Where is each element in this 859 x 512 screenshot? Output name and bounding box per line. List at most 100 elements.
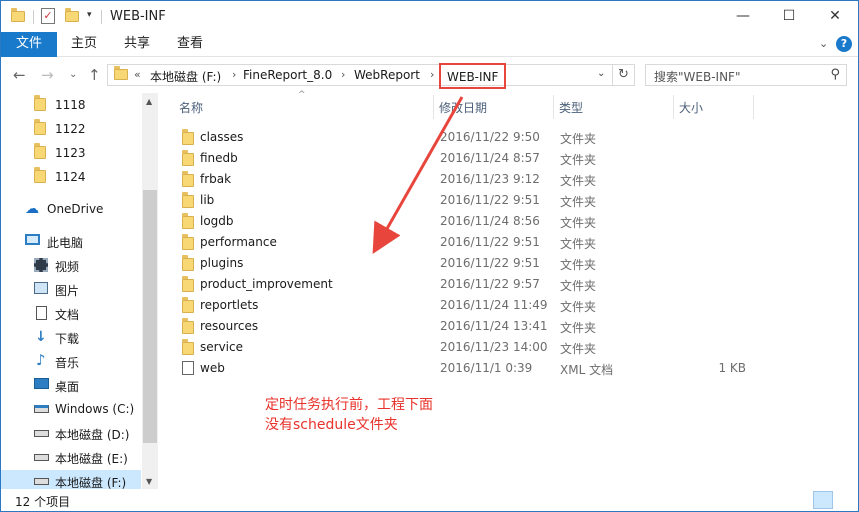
chevron-right-icon[interactable]: ›: [341, 68, 345, 81]
tab-file[interactable]: 文件: [1, 32, 57, 57]
address-bar[interactable]: « 本地磁盘 (F:) › FineReport_8.0 › WebReport…: [107, 63, 613, 89]
breadcrumb-webreport[interactable]: WebReport: [354, 68, 420, 82]
file-name: logdb: [200, 214, 234, 228]
nav-item-1124[interactable]: 1124: [1, 166, 141, 188]
minimize-button[interactable]: —: [720, 1, 766, 32]
folder-icon: [182, 297, 194, 316]
refresh-button[interactable]: ↻: [613, 64, 635, 86]
scroll-down-icon[interactable]: ▼: [146, 477, 152, 486]
close-button[interactable]: ✕: [812, 1, 858, 32]
file-row-service[interactable]: service 2016/11/23 14:00 文件夹: [170, 337, 760, 358]
nav-item-documents[interactable]: 文档: [1, 302, 141, 324]
tab-view[interactable]: 查看: [177, 32, 203, 57]
new-folder-icon[interactable]: [65, 8, 79, 26]
help-icon[interactable]: ?: [836, 36, 852, 52]
nav-item-onedrive[interactable]: ☁ OneDrive: [1, 198, 141, 220]
column-divider[interactable]: [673, 95, 674, 119]
drive-icon: [34, 426, 49, 440]
nav-item-label: 视频: [55, 260, 80, 274]
file-list-pane: ^ 名称 修改日期 类型 大小 classes 2016/11/22 9:50 …: [158, 90, 858, 489]
scrollbar-thumb[interactable]: [143, 190, 157, 443]
column-divider[interactable]: [553, 95, 554, 119]
nav-item-videos[interactable]: 视频: [1, 254, 141, 276]
nav-item-this-pc[interactable]: 此电脑: [1, 230, 141, 252]
item-count: 12 个项目: [15, 495, 71, 509]
divider: [33, 10, 34, 24]
file-date: 2016/11/22 9:57: [440, 277, 540, 291]
nav-item-label: 1122: [55, 122, 86, 136]
nav-item-drive-f[interactable]: 本地磁盘 (F:): [1, 470, 141, 489]
download-icon: ↓: [35, 329, 47, 345]
breadcrumb-drive[interactable]: 本地磁盘 (F:): [150, 68, 221, 85]
file-name: frbak: [200, 172, 232, 186]
forward-button[interactable]: →: [41, 66, 54, 84]
nav-item-label: 本地磁盘 (F:): [55, 476, 127, 489]
address-dropdown-icon[interactable]: ⌄: [597, 68, 605, 79]
up-button[interactable]: ↑: [88, 66, 101, 84]
column-header-name[interactable]: 名称: [179, 99, 203, 116]
nav-item-drive-e[interactable]: 本地磁盘 (E:): [1, 446, 141, 468]
desktop-icon: [34, 378, 49, 392]
nav-item-music[interactable]: ♪ 音乐: [1, 350, 141, 372]
nav-item-downloads[interactable]: ↓ 下载: [1, 326, 141, 348]
xml-file-icon: [182, 361, 194, 378]
column-header-size[interactable]: 大小: [679, 99, 703, 116]
large-icons-view-icon[interactable]: [835, 491, 855, 509]
file-size: 1 KB: [718, 361, 746, 375]
nav-item-pictures[interactable]: 图片: [1, 278, 141, 300]
nav-item-1122[interactable]: 1122: [1, 118, 141, 140]
folder-icon: [182, 171, 194, 190]
tab-home[interactable]: 主页: [71, 32, 97, 57]
column-header-type[interactable]: 类型: [559, 99, 583, 116]
nav-item-label: 本地磁盘 (E:): [55, 452, 128, 466]
file-type: 文件夹: [560, 237, 597, 251]
tab-share[interactable]: 共享: [124, 32, 150, 57]
nav-item-desktop[interactable]: 桌面: [1, 374, 141, 396]
nav-item-drive-c[interactable]: Windows (C:): [1, 398, 141, 420]
quick-access-dropdown-icon[interactable]: ▾: [87, 10, 92, 28]
file-row-web[interactable]: web 2016/11/1 0:39 XML 文档 1 KB: [170, 358, 760, 379]
file-date: 2016/11/1 0:39: [440, 361, 533, 375]
file-name: finedb: [200, 151, 238, 165]
file-type: 文件夹: [560, 153, 597, 167]
folder-icon: [34, 119, 46, 138]
maximize-button[interactable]: ☐: [766, 1, 812, 32]
file-row-resources[interactable]: resources 2016/11/24 13:41 文件夹: [170, 316, 760, 337]
nav-item-label: 图片: [55, 284, 80, 298]
annotation-arrow: [372, 96, 464, 255]
folder-icon: [114, 66, 128, 83]
nav-item-label: 本地磁盘 (D:): [55, 428, 130, 442]
folder-icon: [34, 167, 46, 186]
annotation-line-2: 没有schedule文件夹: [265, 417, 398, 433]
column-divider[interactable]: [753, 95, 754, 119]
file-row-product-improvement[interactable]: product_improvement 2016/11/22 9:57 文件夹: [170, 274, 760, 295]
chevron-right-icon[interactable]: ›: [430, 68, 434, 81]
file-name: classes: [200, 130, 244, 144]
file-date: 2016/11/23 14:00: [440, 340, 548, 354]
recent-locations-button[interactable]: ⌄: [69, 69, 77, 80]
back-button[interactable]: ←: [13, 66, 26, 84]
search-input[interactable]: 搜索"WEB-INF" ⚲: [645, 64, 847, 86]
folder-icon: [34, 95, 46, 114]
nav-item-1123[interactable]: 1123: [1, 142, 141, 164]
navpane-scrollbar[interactable]: ▲ ▼: [142, 93, 158, 489]
document-icon: [36, 306, 47, 323]
breadcrumb-current-highlighted[interactable]: WEB-INF: [439, 63, 507, 89]
nav-item-drive-d[interactable]: 本地磁盘 (D:): [1, 422, 141, 444]
scroll-up-icon[interactable]: ▲: [146, 97, 152, 106]
details-view-icon[interactable]: [813, 491, 833, 509]
expand-ribbon-icon[interactable]: ⌄: [819, 37, 828, 50]
sort-ascending-icon: ^: [298, 90, 306, 100]
overflow-chevron-icon[interactable]: «: [134, 68, 141, 81]
chevron-right-icon[interactable]: ›: [232, 68, 236, 81]
folder-icon: [182, 276, 194, 295]
file-date: 2016/11/24 11:49: [440, 298, 548, 312]
nav-item-label: 文档: [55, 308, 80, 322]
file-name: resources: [200, 319, 259, 333]
nav-item-label: 桌面: [55, 380, 80, 394]
nav-item-1118[interactable]: 1118: [1, 94, 141, 116]
file-row-reportlets[interactable]: reportlets 2016/11/24 11:49 文件夹: [170, 295, 760, 316]
properties-icon[interactable]: ✓: [41, 8, 55, 24]
breadcrumb-finereport[interactable]: FineReport_8.0: [243, 68, 332, 82]
file-name: reportlets: [200, 298, 259, 312]
